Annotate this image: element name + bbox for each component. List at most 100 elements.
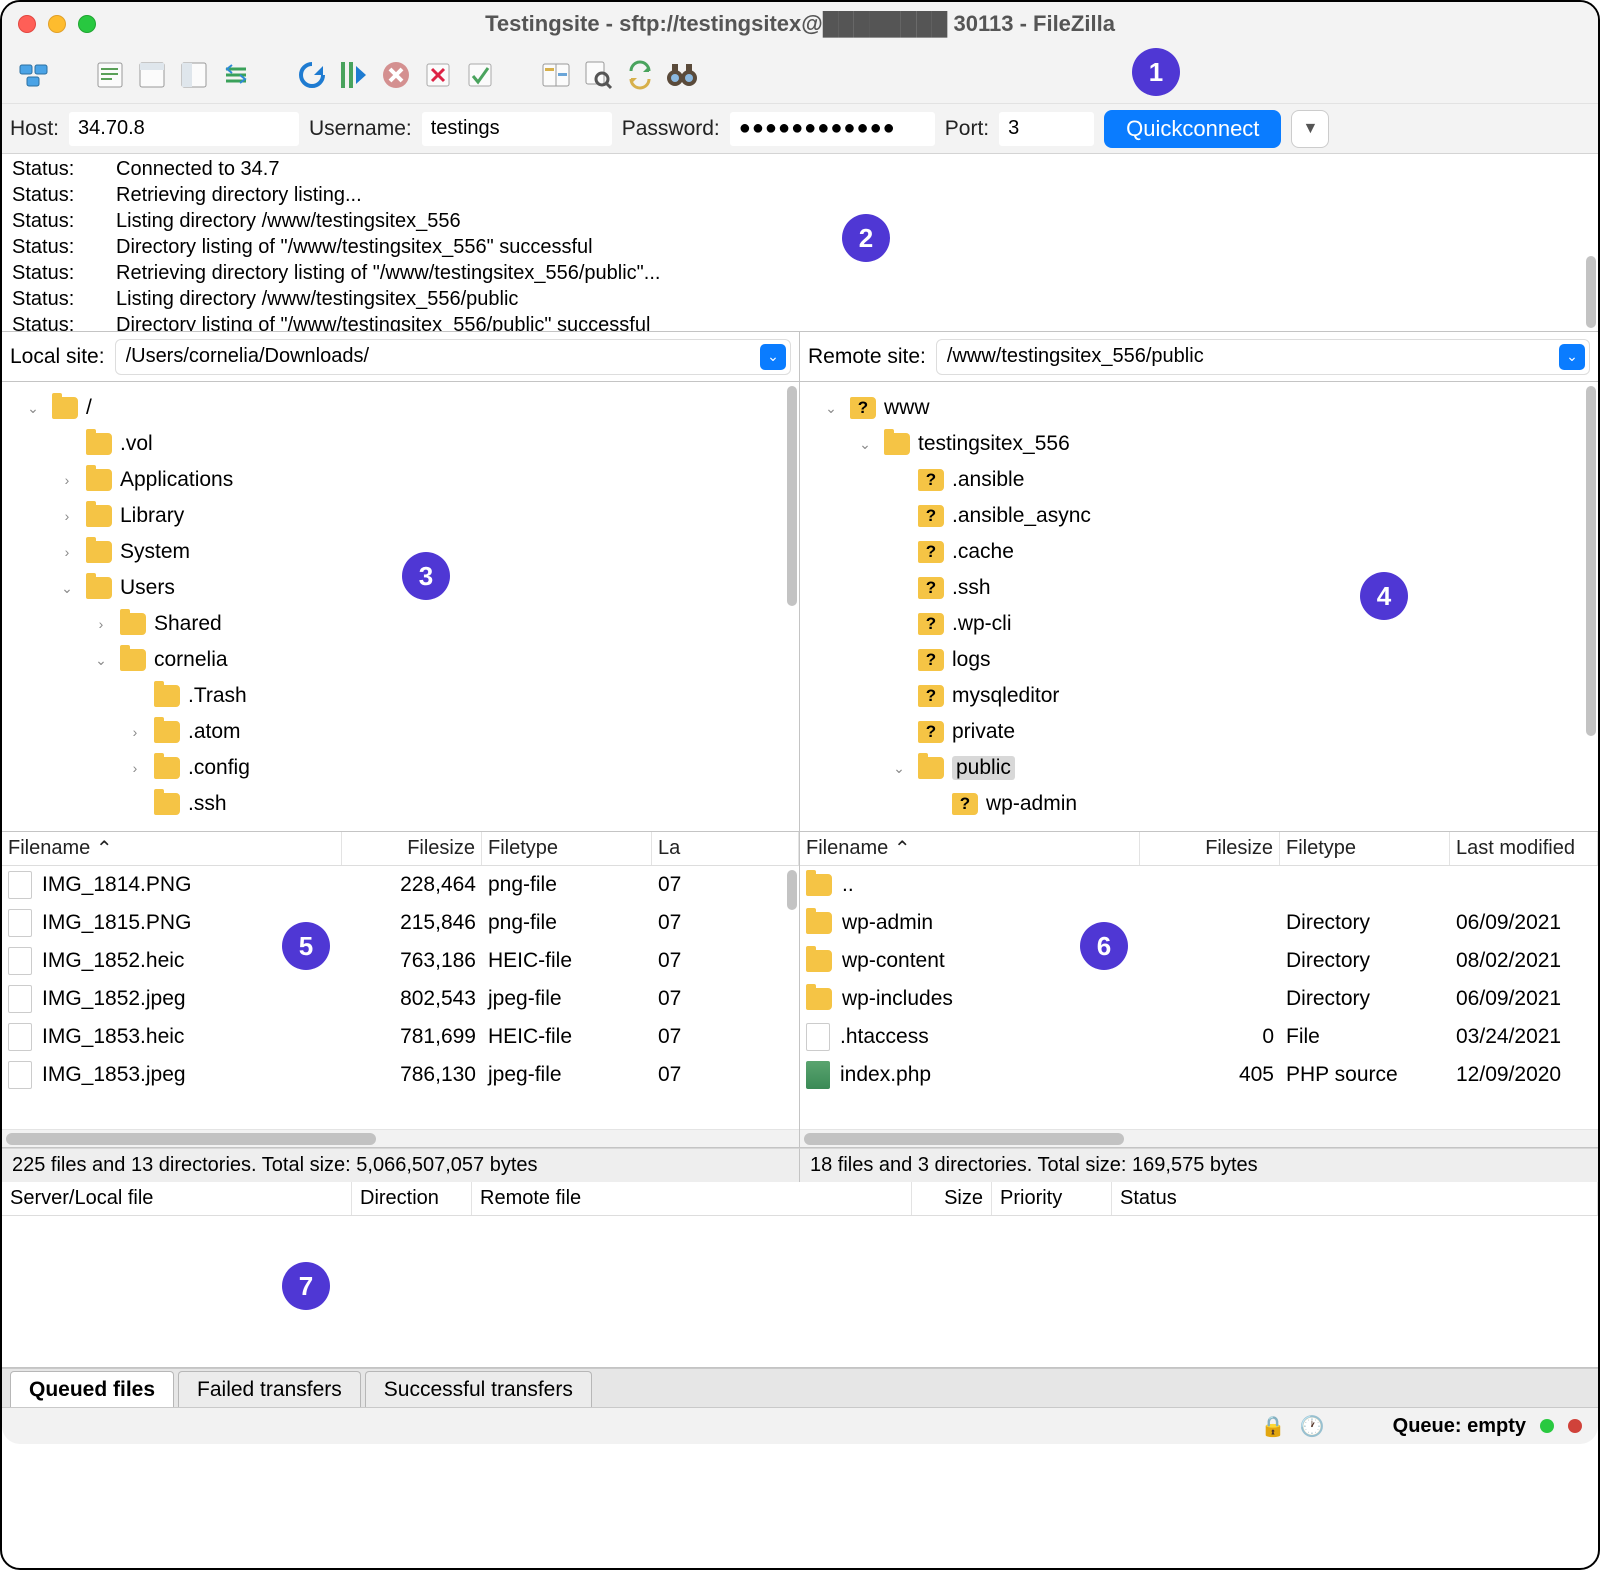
tree-node[interactable]: ?.ssh	[800, 570, 1598, 606]
col-filename[interactable]: Filename	[806, 837, 888, 860]
tab-failed[interactable]: Failed transfers	[178, 1371, 361, 1407]
minimize-window-icon[interactable]	[48, 15, 66, 33]
disclosure-icon[interactable]: ⌄	[22, 400, 44, 417]
file-row[interactable]: IMG_1815.PNG215,846png-file07	[2, 904, 799, 942]
file-row[interactable]: .htaccess0File03/24/2021	[800, 1018, 1598, 1056]
qcol-remote[interactable]: Remote file	[472, 1182, 912, 1215]
toggle-remote-tree-icon[interactable]	[176, 57, 212, 93]
toggle-queue-icon[interactable]	[218, 57, 254, 93]
queue-header[interactable]: Server/Local file Direction Remote file …	[2, 1182, 1598, 1216]
reconnect-icon[interactable]	[462, 57, 498, 93]
binoculars-icon[interactable]	[664, 57, 700, 93]
local-hscroll[interactable]	[2, 1129, 799, 1147]
file-row[interactable]: IMG_1814.PNG228,464png-file07	[2, 866, 799, 904]
tree-node[interactable]: ?.ansible	[800, 462, 1598, 498]
disclosure-icon[interactable]: ›	[124, 760, 146, 776]
tree-node[interactable]: ⌄public	[800, 750, 1598, 786]
col-filesize[interactable]: Filesize	[342, 832, 482, 865]
message-log[interactable]: Status:Connected to 34.7Status:Retrievin…	[2, 154, 1598, 332]
disclosure-icon[interactable]: ›	[124, 724, 146, 740]
tree-node[interactable]: .vol	[2, 426, 799, 462]
qcol-size[interactable]: Size	[912, 1182, 992, 1215]
file-row[interactable]: wp-adminDirectory06/09/2021	[800, 904, 1598, 942]
queue-body[interactable]	[2, 1216, 1598, 1367]
tree-node[interactable]: ?private	[800, 714, 1598, 750]
remote-site-dropdown-icon[interactable]: ⌄	[1559, 344, 1585, 370]
col-lastmodified[interactable]: La	[652, 832, 799, 865]
col-filetype[interactable]: Filetype	[1280, 832, 1450, 865]
col-filesize[interactable]: Filesize	[1140, 832, 1280, 865]
tree-node[interactable]: ?logs	[800, 642, 1598, 678]
col-filetype[interactable]: Filetype	[482, 832, 652, 865]
tree-node[interactable]: ⌄?www	[800, 390, 1598, 426]
disclosure-icon[interactable]: ›	[56, 472, 78, 488]
username-input[interactable]	[422, 112, 612, 146]
file-row[interactable]: IMG_1853.jpeg786,130jpeg-file07	[2, 1056, 799, 1094]
port-input[interactable]	[999, 112, 1094, 146]
file-search-icon[interactable]	[580, 57, 616, 93]
disclosure-icon[interactable]: ⌄	[90, 652, 112, 669]
file-row[interactable]: wp-contentDirectory08/02/2021	[800, 942, 1598, 980]
remote-hscroll[interactable]	[800, 1129, 1598, 1147]
tree-node[interactable]: ?wp-admin	[800, 786, 1598, 822]
qcol-direction[interactable]: Direction	[352, 1182, 472, 1215]
tree-node[interactable]: ›.config	[2, 750, 799, 786]
local-site-input[interactable]	[126, 345, 760, 368]
sync-browse-icon[interactable]	[622, 57, 658, 93]
tree-node[interactable]: ⌄cornelia	[2, 642, 799, 678]
toggle-local-tree-icon[interactable]	[134, 57, 170, 93]
disclosure-icon[interactable]: ›	[56, 544, 78, 560]
tree-node[interactable]: ›Shared	[2, 606, 799, 642]
close-window-icon[interactable]	[18, 15, 36, 33]
file-row[interactable]: index.php405PHP source12/09/2020	[800, 1056, 1598, 1094]
disclosure-icon[interactable]: ⌄	[56, 580, 78, 597]
tab-queued[interactable]: Queued files	[10, 1371, 174, 1407]
tab-successful[interactable]: Successful transfers	[365, 1371, 592, 1407]
qcol-server[interactable]: Server/Local file	[2, 1182, 352, 1215]
qcol-priority[interactable]: Priority	[992, 1182, 1112, 1215]
tree-node[interactable]: ?.cache	[800, 534, 1598, 570]
compare-icon[interactable]	[538, 57, 574, 93]
disconnect-icon[interactable]	[420, 57, 456, 93]
col-lastmodified[interactable]: Last modified	[1450, 832, 1598, 865]
process-queue-icon[interactable]	[336, 57, 372, 93]
cancel-icon[interactable]	[378, 57, 414, 93]
file-row[interactable]: IMG_1853.heic781,699HEIC-file07	[2, 1018, 799, 1056]
tree-node[interactable]: .Trash	[2, 678, 799, 714]
refresh-icon[interactable]	[294, 57, 330, 93]
tree-node[interactable]: ›Library	[2, 498, 799, 534]
zoom-window-icon[interactable]	[78, 15, 96, 33]
remote-site-input[interactable]	[947, 345, 1559, 368]
remote-tree[interactable]: ⌄?www⌄testingsitex_556?.ansible?.ansible…	[800, 382, 1598, 831]
file-row[interactable]: IMG_1852.heic763,186HEIC-file07	[2, 942, 799, 980]
qcol-status[interactable]: Status	[1112, 1182, 1598, 1215]
file-row[interactable]: IMG_1852.jpeg802,543jpeg-file07	[2, 980, 799, 1018]
disclosure-icon[interactable]: ⌄	[888, 760, 910, 777]
host-input[interactable]	[69, 112, 299, 146]
local-tree[interactable]: ⌄/.vol›Applications›Library›System⌄Users…	[2, 382, 800, 831]
disclosure-icon[interactable]: ⌄	[854, 436, 876, 453]
tree-node[interactable]: ⌄Users	[2, 570, 799, 606]
file-row[interactable]: ..	[800, 866, 1598, 904]
tree-node[interactable]: ?.wp-cli	[800, 606, 1598, 642]
tree-node[interactable]: ⌄/	[2, 390, 799, 426]
tree-node[interactable]: ?mysqleditor	[800, 678, 1598, 714]
tree-node[interactable]: ›Applications	[2, 462, 799, 498]
tree-node[interactable]: ›.atom	[2, 714, 799, 750]
quickconnect-dropdown-icon[interactable]: ▼	[1291, 110, 1329, 148]
tree-node[interactable]: ?.ansible_async	[800, 498, 1598, 534]
tree-node[interactable]: .ssh	[2, 786, 799, 822]
password-input[interactable]: ●●●●●●●●●●●●	[730, 112, 935, 146]
tree-node[interactable]: ›System	[2, 534, 799, 570]
disclosure-icon[interactable]: ›	[56, 508, 78, 524]
site-manager-icon[interactable]	[16, 57, 52, 93]
file-row[interactable]: wp-includesDirectory06/09/2021	[800, 980, 1598, 1018]
quickconnect-button[interactable]: Quickconnect	[1104, 110, 1281, 148]
local-site-dropdown-icon[interactable]: ⌄	[760, 344, 786, 370]
disclosure-icon[interactable]: ›	[90, 616, 112, 632]
remote-files-header[interactable]: Filename ⌃ Filesize Filetype Last modifi…	[800, 832, 1598, 866]
local-files-header[interactable]: Filename ⌃ Filesize Filetype La	[2, 832, 799, 866]
tree-node[interactable]: ⌄testingsitex_556	[800, 426, 1598, 462]
toggle-log-icon[interactable]	[92, 57, 128, 93]
col-filename[interactable]: Filename	[8, 837, 90, 860]
